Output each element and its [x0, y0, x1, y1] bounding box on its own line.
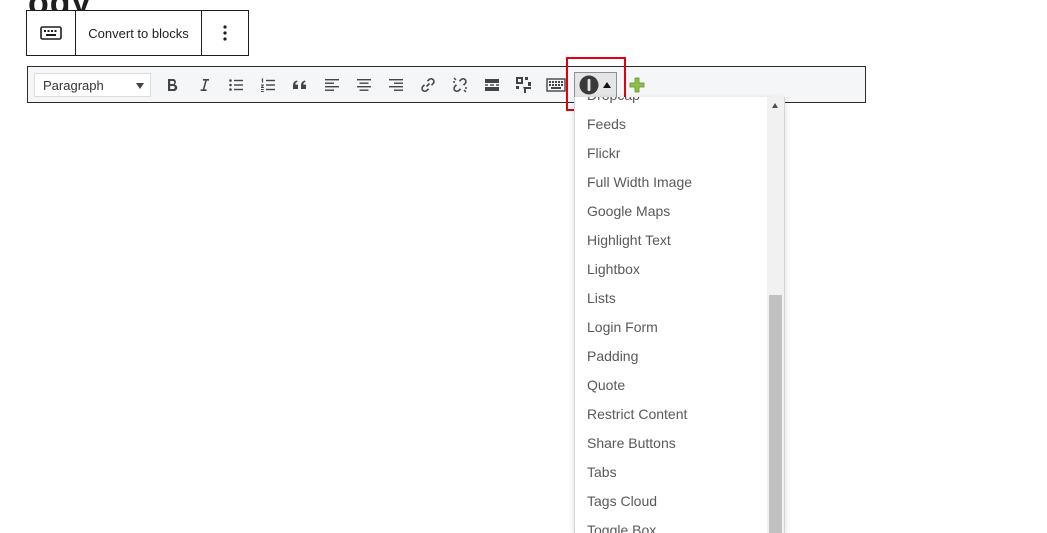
convert-to-blocks-button[interactable]: Convert to blocks	[76, 11, 202, 55]
caret-up-icon	[603, 82, 611, 88]
toolbar-toggle-button[interactable]	[511, 73, 537, 97]
blockquote-icon	[293, 80, 306, 89]
align-right-button[interactable]	[383, 73, 409, 97]
dropdown-scrollbar[interactable]	[767, 97, 784, 533]
bold-button[interactable]	[159, 73, 185, 97]
toolbar-toggle-icon	[516, 77, 531, 93]
shortcodes-dropdown-button[interactable]	[574, 72, 617, 98]
read-more-icon	[485, 79, 499, 91]
shortcodes-list: DropcapFeedsFlickrFull Width ImageGoogle…	[575, 97, 767, 533]
unlink-icon	[453, 77, 467, 93]
bold-icon	[168, 79, 178, 92]
shortcode-item-restrict-content[interactable]: Restrict Content	[575, 400, 767, 429]
align-center-button[interactable]	[351, 73, 377, 97]
scrollbar-thumb[interactable]	[769, 295, 782, 533]
shortcode-item-lists[interactable]: Lists	[575, 284, 767, 313]
keyboard-shortcuts-button[interactable]	[543, 73, 569, 97]
shortcode-item-share-buttons[interactable]: Share Buttons	[575, 429, 767, 458]
shortcode-item-tags-cloud[interactable]: Tags Cloud	[575, 487, 767, 516]
unlink-button[interactable]	[447, 73, 473, 97]
shortcode-item-feeds[interactable]: Feeds	[575, 110, 767, 139]
bulleted-list-icon	[229, 79, 243, 91]
italic-icon	[200, 79, 209, 91]
numbered-list-button[interactable]	[255, 73, 281, 97]
shortcode-item-tabs[interactable]: Tabs	[575, 458, 767, 487]
shortcode-item-highlight-text[interactable]: Highlight Text	[575, 226, 767, 255]
classic-block-button[interactable]	[27, 11, 76, 55]
shortcodes-icon	[579, 75, 599, 95]
shortcode-item-full-width-image[interactable]: Full Width Image	[575, 168, 767, 197]
format-select-value: Paragraph	[43, 77, 104, 93]
add-icon	[629, 77, 645, 93]
scroll-up-arrow-icon[interactable]	[772, 103, 778, 108]
numbered-list-icon	[261, 78, 275, 92]
shortcode-item-dropcap[interactable]: Dropcap	[575, 97, 767, 110]
more-options-button[interactable]	[202, 11, 248, 55]
shortcode-item-lightbox[interactable]: Lightbox	[575, 255, 767, 284]
align-center-icon	[357, 79, 371, 91]
add-button[interactable]	[624, 73, 650, 97]
shortcodes-dropdown-menu: DropcapFeedsFlickrFull Width ImageGoogle…	[574, 97, 785, 533]
chevron-down-icon	[136, 83, 144, 89]
shortcode-item-padding[interactable]: Padding	[575, 342, 767, 371]
insert-link-button[interactable]	[415, 73, 441, 97]
align-right-icon	[389, 79, 403, 91]
italic-button[interactable]	[191, 73, 217, 97]
shortcode-item-google-maps[interactable]: Google Maps	[575, 197, 767, 226]
format-select[interactable]: Paragraph	[34, 73, 151, 97]
blockquote-button[interactable]	[287, 73, 313, 97]
shortcode-item-toggle-box[interactable]: Toggle Box	[575, 516, 767, 533]
keyboard-icon	[40, 26, 62, 40]
keyboard-shortcuts-icon	[546, 78, 566, 92]
align-left-button[interactable]	[319, 73, 345, 97]
block-toolbar: Convert to blocks	[26, 10, 249, 56]
bulleted-list-button[interactable]	[223, 73, 249, 97]
more-vertical-icon	[223, 25, 227, 41]
shortcode-item-flickr[interactable]: Flickr	[575, 139, 767, 168]
shortcode-item-login-form[interactable]: Login Form	[575, 313, 767, 342]
shortcode-item-quote[interactable]: Quote	[575, 371, 767, 400]
link-icon	[421, 77, 435, 93]
align-left-icon	[325, 79, 339, 91]
read-more-button[interactable]	[479, 73, 505, 97]
